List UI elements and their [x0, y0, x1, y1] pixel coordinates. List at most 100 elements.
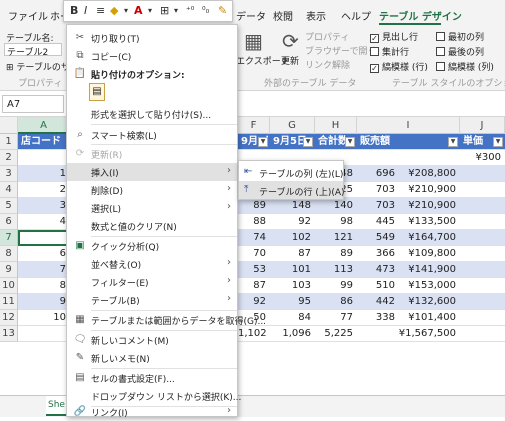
menu-filter[interactable]: フィルター(E) › — [67, 273, 237, 291]
filter-dropdown-icon[interactable]: ▼ — [258, 137, 268, 147]
row-header[interactable]: 10 — [0, 278, 18, 294]
chevron-down-icon[interactable]: ▾ — [148, 6, 152, 15]
decrease-decimal-icon[interactable]: ⁰₀ — [202, 6, 209, 16]
store-code-cell: 10 — [53, 312, 66, 323]
group-label-properties: プロパティ — [18, 79, 63, 89]
row-header[interactable]: 12 — [0, 310, 18, 326]
opt-header-row[interactable]: ✓ 見出し行 — [370, 30, 418, 43]
sep4-cell: 53 — [253, 264, 266, 275]
table-name-input[interactable]: テーブル2 — [4, 43, 62, 58]
menu-select[interactable]: 選択(L) › — [67, 199, 237, 217]
search-icon: ⌕ — [77, 129, 83, 140]
context-menu: ✂ 切り取り(T) ⧉ コピー(C) 📋 貼り付けのオプション: ▤ 形式を選択して貼… — [66, 24, 266, 419]
menu-clear-contents[interactable]: 数式と値のクリア(N) — [67, 217, 237, 235]
sep4-cell: 92 — [253, 296, 266, 307]
chevron-right-icon: › — [227, 275, 231, 286]
increase-decimal-icon[interactable]: ⁺⁰ — [186, 6, 194, 16]
tab-file[interactable]: ファイル — [8, 8, 48, 23]
format-painter-icon[interactable]: ✎ — [218, 4, 227, 17]
sales-cell: ¥109,800 — [408, 248, 456, 259]
menu-paste-special[interactable]: 形式を選択して貼り付け(S)... — [67, 105, 237, 123]
submenu-insert-row-above[interactable]: ⤒ テーブルの行 (上)(A) — [239, 181, 345, 199]
tab-help[interactable]: ヘルプ — [341, 8, 371, 23]
filter-dropdown-icon[interactable]: ▼ — [303, 137, 313, 147]
bold-icon[interactable]: B — [70, 4, 78, 17]
opt-first-column[interactable]: 最初の列 — [436, 30, 484, 43]
font-color-icon[interactable]: A — [134, 4, 143, 17]
borders-icon[interactable]: ⊞ — [160, 4, 169, 17]
row-header[interactable]: 5 — [0, 198, 18, 214]
sales-cell: ¥210,900 — [408, 200, 456, 211]
row-header[interactable]: 9 — [0, 262, 18, 278]
row-header[interactable]: 8 — [0, 246, 18, 262]
menu-delete[interactable]: 削除(D) › — [67, 181, 237, 199]
menu-new-comment[interactable]: 🗨 新しいコメント(M) — [67, 331, 237, 349]
tab-review[interactable]: 校閲 — [273, 8, 293, 23]
name-box[interactable]: A7 — [2, 95, 64, 113]
properties-button: プロパティ — [305, 33, 350, 43]
row-header[interactable]: 11 — [0, 294, 18, 310]
column-header-j[interactable]: J — [460, 117, 505, 134]
menu-new-note[interactable]: ✎ 新しいメモ(N) — [67, 349, 237, 367]
tab-data[interactable]: データ — [236, 8, 266, 23]
menu-quick-analysis[interactable]: ▣ クイック分析(Q) — [67, 237, 237, 255]
menu-link[interactable]: 🔗 リンク(I) › — [67, 403, 237, 421]
column-header-f[interactable]: F — [238, 117, 270, 134]
row-header[interactable]: 1 — [0, 134, 18, 150]
tab-table-design[interactable]: テーブル デザイン — [379, 8, 462, 23]
total-count-cell: 703 — [375, 200, 395, 211]
row-header[interactable]: 7 — [0, 230, 18, 246]
menu-table[interactable]: テーブル(B) › — [67, 291, 237, 309]
paste-clipboard-icon[interactable]: ▤ — [89, 83, 105, 101]
chevron-right-icon: › — [227, 183, 231, 194]
chevron-right-icon: › — [227, 257, 231, 268]
active-cell-a7[interactable] — [18, 230, 70, 246]
submenu-insert-column-left[interactable]: ⇤ テーブルの列 (左)(L) — [239, 163, 343, 181]
unit-price-value: ¥300 — [475, 152, 501, 163]
refresh-icon: ⟳ — [75, 148, 85, 159]
active-tab-indicator — [379, 23, 441, 25]
menu-format-cells[interactable]: ▤ セルの書式設定(F)... — [67, 369, 237, 387]
chevron-down-icon[interactable]: ▾ — [174, 6, 178, 15]
row-header[interactable]: 2 — [0, 150, 18, 166]
row-header[interactable]: 6 — [0, 214, 18, 230]
sep4-cell: 87 — [253, 280, 266, 291]
menu-copy[interactable]: ⧉ コピー(C) — [67, 47, 237, 65]
menu-get-data[interactable]: ▦ テーブルまたは範囲からデータを取得(G)... — [67, 311, 266, 329]
chevron-down-icon[interactable]: ▾ — [124, 6, 128, 15]
row-header[interactable]: 3 — [0, 166, 18, 182]
chevron-right-icon: › — [227, 201, 231, 212]
column-header-i[interactable]: I — [357, 117, 460, 134]
table-cell: 77 — [340, 312, 353, 323]
opt-last-column[interactable]: 最後の列 — [436, 45, 484, 58]
menu-insert[interactable]: 挿入(I) › — [67, 163, 237, 181]
row-header[interactable]: 13 — [0, 326, 18, 342]
menu-paste-options-label: 📋 貼り付けのオプション: — [73, 68, 185, 81]
store-code-cell: 3 — [59, 200, 66, 211]
total-cell: 5,225 — [324, 328, 353, 339]
total-count-cell: 442 — [375, 296, 395, 307]
row-header[interactable]: 4 — [0, 182, 18, 198]
filter-dropdown-icon[interactable]: ▼ — [493, 137, 503, 147]
refresh-button[interactable]: 更新 — [281, 54, 299, 67]
tab-view[interactable]: 表示 — [306, 8, 326, 23]
fill-color-icon[interactable]: ◆ — [110, 4, 118, 17]
table-cell: 113 — [333, 264, 353, 275]
opt-total-row[interactable]: 集計行 — [370, 45, 409, 58]
opt-banded-rows[interactable]: ✓ 縞模様 (行) — [370, 60, 428, 73]
filter-dropdown-icon[interactable]: ▼ — [448, 137, 458, 147]
menu-sort[interactable]: 並べ替え(O) › — [67, 255, 237, 273]
refresh-icon: ⟳ — [282, 29, 299, 53]
menu-cut[interactable]: ✂ 切り取り(T) — [67, 29, 237, 47]
select-all-corner[interactable] — [0, 117, 18, 134]
column-header-h[interactable]: H — [315, 117, 357, 134]
resize-icon: ⊞ — [6, 63, 14, 73]
filter-dropdown-icon[interactable]: ▼ — [345, 137, 355, 147]
align-icon[interactable]: ≡ — [96, 4, 105, 17]
column-header-g[interactable]: G — [270, 117, 315, 134]
menu-smart-lookup[interactable]: ⌕ スマート検索(L) — [67, 126, 237, 144]
opt-banded-columns[interactable]: 縞模様 (列) — [436, 60, 494, 73]
export-icon: ▦ — [244, 29, 263, 53]
italic-icon[interactable]: I — [84, 4, 87, 17]
column-header-a[interactable]: A — [18, 117, 70, 134]
